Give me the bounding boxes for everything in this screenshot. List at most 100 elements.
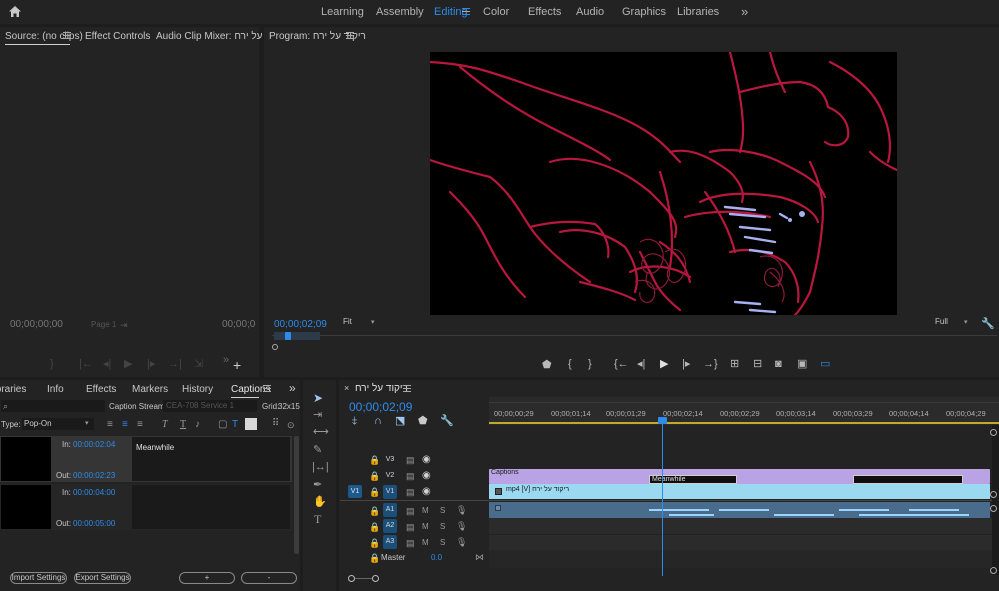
sync-lock-icon[interactable]: ▤ bbox=[406, 454, 415, 466]
mute-button[interactable]: M bbox=[422, 521, 429, 533]
sequence-tab[interactable]: ריקוד על ירח bbox=[355, 383, 408, 394]
text-color-icon[interactable]: T bbox=[232, 419, 238, 431]
sequence-menu-icon[interactable] bbox=[403, 385, 411, 392]
home-icon[interactable] bbox=[8, 5, 22, 18]
scroll-handle-icon[interactable] bbox=[990, 429, 997, 436]
linked-selection-icon[interactable]: ⬔ bbox=[395, 415, 405, 427]
timeline-settings-icon[interactable]: 🔧 bbox=[440, 415, 454, 427]
source-menu-icon[interactable] bbox=[63, 32, 71, 39]
track-header-v3[interactable]: 🔒 V3 ▤ ◉ bbox=[340, 452, 488, 468]
track-header-a3[interactable]: 🔒 A3 ▤ M S 🎙 bbox=[340, 534, 488, 550]
extract-icon[interactable]: ⊟ bbox=[753, 358, 762, 370]
pen-tool-icon[interactable]: ✒ bbox=[313, 479, 322, 491]
lock-icon[interactable]: 🔒 bbox=[369, 486, 380, 498]
track-header-a1[interactable]: 🔒 A1 ▤ M S 🎙 bbox=[340, 502, 488, 518]
caption-text-field[interactable] bbox=[132, 485, 290, 529]
add-caption-button[interactable]: + bbox=[179, 572, 235, 584]
solo-button[interactable]: S bbox=[440, 521, 445, 533]
align-right-icon[interactable]: ≡ bbox=[137, 419, 143, 431]
mute-button[interactable]: M bbox=[422, 505, 429, 517]
workspace-tab-assembly[interactable]: Assembly bbox=[376, 6, 424, 18]
caption-item[interactable]: In: 00:00:02:04 Out: 00:00:02:23 Meanwhi… bbox=[0, 436, 292, 482]
source-patch-v1[interactable]: V1 bbox=[348, 485, 362, 498]
captions-menu-icon[interactable] bbox=[263, 385, 271, 392]
go-to-out-icon[interactable]: →} bbox=[703, 358, 718, 370]
tab-source[interactable]: Source: (no clips) bbox=[5, 31, 83, 42]
workspace-tab-learning[interactable]: Learning bbox=[321, 6, 364, 18]
comparison-view-icon[interactable]: ▣ bbox=[797, 358, 807, 370]
lock-icon[interactable]: 🔒 bbox=[369, 552, 380, 564]
tab-libraries[interactable]: Libraries bbox=[0, 384, 26, 395]
solo-button[interactable]: S bbox=[440, 505, 445, 517]
program-timecode[interactable]: 00;00;02;09 bbox=[274, 319, 327, 330]
underline-icon[interactable]: T bbox=[180, 419, 186, 431]
type-tool-icon[interactable]: T bbox=[314, 513, 321, 525]
eye-icon[interactable]: ◉ bbox=[422, 454, 431, 466]
add-marker-icon[interactable]: ⬟ bbox=[418, 415, 428, 427]
track-target[interactable]: V1 bbox=[383, 485, 397, 499]
lock-icon[interactable]: 🔒 bbox=[369, 537, 380, 549]
caption-in-time[interactable]: 00:00:04:00 bbox=[73, 488, 115, 497]
master-volume[interactable]: 0.0 bbox=[431, 553, 442, 562]
microphone-icon[interactable]: 🎙 bbox=[456, 536, 467, 548]
caption-item[interactable]: In: 00:00:04:00 Out: 00:00:05:00 bbox=[0, 484, 292, 530]
caption-in-time[interactable]: 00:00:02:04 bbox=[73, 440, 115, 449]
tab-info[interactable]: Info bbox=[47, 384, 64, 395]
align-left-icon[interactable]: ≡ bbox=[107, 419, 113, 431]
lift-icon[interactable]: ⊞ bbox=[730, 358, 739, 370]
slip-tool-icon[interactable]: |↔| bbox=[312, 461, 329, 473]
program-menu-icon[interactable] bbox=[346, 32, 354, 39]
captions-scrollbar[interactable] bbox=[294, 436, 299, 554]
timeline-zoom-bar[interactable] bbox=[345, 575, 985, 582]
background-color-icon[interactable]: ▢ bbox=[218, 419, 227, 431]
italic-icon[interactable]: T bbox=[162, 419, 168, 431]
sync-lock-icon[interactable]: ▤ bbox=[406, 470, 415, 482]
tab-markers[interactable]: Markers bbox=[132, 384, 168, 395]
add-marker-icon[interactable]: ⬟ bbox=[542, 359, 552, 371]
music-note-icon[interactable]: ♪ bbox=[195, 419, 200, 431]
track-header-master[interactable]: 🔒 Master 0.0 ⋈ bbox=[340, 551, 488, 567]
play-icon[interactable]: ▶ bbox=[660, 358, 668, 370]
wrench-icon[interactable]: 🔧 bbox=[981, 318, 995, 330]
zoom-handle-icon[interactable] bbox=[272, 344, 278, 350]
snap-icon[interactable]: ∩ bbox=[374, 415, 382, 427]
audio-clip[interactable] bbox=[489, 502, 990, 518]
lock-icon[interactable]: 🔒 bbox=[369, 505, 380, 517]
eye-icon[interactable]: ◉ bbox=[422, 486, 431, 498]
track-target[interactable]: A3 bbox=[383, 535, 397, 549]
more-tabs-icon[interactable]: » bbox=[289, 382, 296, 394]
scroll-handle-icon[interactable] bbox=[990, 491, 997, 498]
tab-history[interactable]: History bbox=[182, 384, 213, 395]
mini-playhead[interactable] bbox=[285, 332, 291, 340]
razor-tool-icon[interactable]: ✎ bbox=[313, 444, 322, 456]
mute-button[interactable]: M bbox=[422, 537, 429, 549]
workspace-tab-effects[interactable]: Effects bbox=[528, 6, 561, 18]
microphone-icon[interactable]: 🎙 bbox=[456, 504, 467, 516]
zoom-handle-icon[interactable] bbox=[348, 575, 355, 582]
sync-lock-icon[interactable]: ▤ bbox=[406, 486, 415, 498]
track-header-v1[interactable]: V1 🔒 V1 ▤ ◉ bbox=[340, 484, 488, 500]
caption-text-field[interactable]: Meanwhile bbox=[132, 437, 290, 481]
track-header-a2[interactable]: 🔒 A2 ▤ M S 🎙 bbox=[340, 518, 488, 534]
scroll-handle-icon[interactable] bbox=[990, 505, 997, 512]
mark-out-icon[interactable]: } bbox=[588, 358, 592, 370]
captions-toggle-icon[interactable]: ▭ bbox=[820, 358, 830, 370]
step-forward-icon[interactable]: |▸ bbox=[682, 358, 690, 370]
workspace-tab-audio[interactable]: Audio bbox=[576, 6, 604, 18]
timeline-scrollbar[interactable] bbox=[992, 425, 999, 575]
more-workspaces-icon[interactable]: » bbox=[741, 4, 748, 19]
ripple-edit-tool-icon[interactable]: ⟷ bbox=[313, 426, 329, 438]
solo-button[interactable]: S bbox=[440, 537, 445, 549]
microphone-icon[interactable]: 🎙 bbox=[456, 520, 467, 532]
insert-overwrite-icon[interactable]: ⤈ bbox=[352, 415, 357, 427]
track-target[interactable]: A1 bbox=[383, 503, 397, 517]
import-settings-button[interactable]: Import Settings bbox=[10, 572, 67, 584]
source-timecode[interactable]: 00;00;00;00 bbox=[10, 319, 63, 330]
editing-menu-icon[interactable] bbox=[462, 8, 470, 15]
hand-tool-icon[interactable]: ✋ bbox=[313, 496, 327, 508]
lock-icon[interactable]: 🔒 bbox=[369, 454, 380, 466]
quality-dropdown[interactable]: Full ▾ bbox=[932, 317, 972, 328]
workspace-tab-color[interactable]: Color bbox=[483, 6, 509, 18]
lock-icon[interactable]: 🔒 bbox=[369, 470, 380, 482]
close-sequence-icon[interactable]: × bbox=[344, 383, 349, 393]
